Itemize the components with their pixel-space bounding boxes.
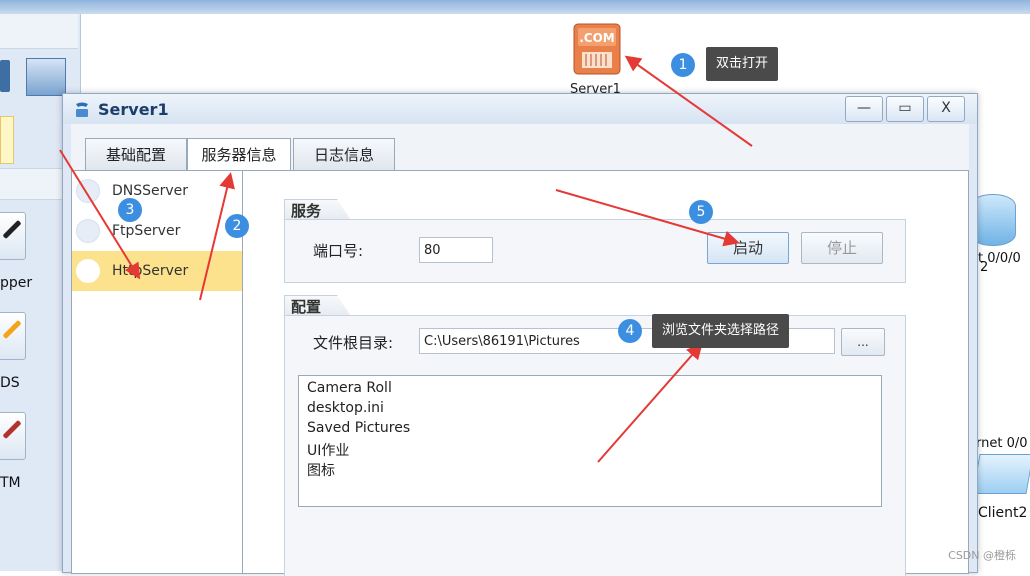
palette-device-icon[interactable] bbox=[0, 60, 10, 92]
service-label: HttpServer bbox=[112, 263, 189, 279]
list-item[interactable]: desktop.ini bbox=[307, 400, 384, 416]
service-label: DNSServer bbox=[112, 183, 189, 199]
palette-tool-1-label: pper bbox=[0, 275, 33, 291]
service-list: DNSServer FtpServer HttpServer bbox=[72, 171, 243, 573]
client-device-label: Client2 bbox=[978, 505, 1028, 521]
palette-selected-tile[interactable] bbox=[0, 116, 14, 164]
annotation-badge-5: 5 bbox=[689, 200, 713, 224]
service-status-icon bbox=[76, 179, 100, 203]
window-titlebar[interactable]: Server1 — ▭ X bbox=[63, 94, 977, 124]
client-device-icon[interactable] bbox=[972, 454, 1030, 494]
annotation-tooltip-4: 浏览文件夹选择路径 bbox=[652, 314, 790, 348]
palette-tool-3[interactable] bbox=[0, 412, 26, 460]
router-name-label: 2 bbox=[980, 260, 989, 275]
tab-basic-config[interactable]: 基础配置 bbox=[85, 138, 187, 171]
minimize-button[interactable]: — bbox=[845, 96, 883, 122]
browse-button[interactable]: ... bbox=[841, 328, 885, 356]
list-item[interactable]: 图标 bbox=[307, 460, 335, 480]
server-device-icon[interactable]: .COM bbox=[572, 22, 622, 76]
palette-tool-3-label: TM bbox=[0, 475, 21, 491]
service-status-icon bbox=[76, 219, 100, 243]
watermark: CSDN @橙栎 bbox=[948, 549, 1016, 562]
palette-header bbox=[0, 14, 78, 49]
annotation-badge-1: 1 bbox=[671, 53, 695, 77]
annotation-badge-4: 4 bbox=[618, 319, 642, 343]
stop-button[interactable]: 停止 bbox=[801, 232, 883, 264]
palette-tool-2-label: DS bbox=[0, 375, 20, 391]
window-title: Server1 bbox=[98, 100, 169, 119]
list-item-ftp-server[interactable]: FtpServer bbox=[72, 211, 242, 251]
start-button[interactable]: 启动 bbox=[707, 232, 789, 264]
pen-icon bbox=[2, 319, 22, 340]
pen-icon bbox=[2, 419, 22, 440]
close-button[interactable]: X bbox=[927, 96, 965, 122]
annotation-tooltip-1: 双击打开 bbox=[706, 47, 779, 81]
maximize-button[interactable]: ▭ bbox=[886, 96, 924, 122]
tab-log-info[interactable]: 日志信息 bbox=[293, 138, 395, 171]
server1-window: Server1 — ▭ X 基础配置 服务器信息 日志信息 DNSServer … bbox=[62, 93, 978, 576]
server-info-panel: DNSServer FtpServer HttpServer 服务 端口号: 8… bbox=[71, 170, 969, 576]
palette-tool-1[interactable] bbox=[0, 212, 26, 260]
port-input[interactable]: 80 bbox=[419, 237, 493, 263]
top-toolbar-strip bbox=[0, 0, 1030, 14]
port-label: 端口号: bbox=[313, 242, 364, 260]
list-item[interactable]: Saved Pictures bbox=[307, 420, 410, 436]
tab-server-info[interactable]: 服务器信息 bbox=[187, 138, 291, 172]
service-label: FtpServer bbox=[112, 223, 181, 239]
server-app-icon bbox=[76, 102, 88, 117]
list-item-dns-server[interactable]: DNSServer bbox=[72, 171, 242, 211]
pen-icon bbox=[2, 219, 22, 240]
service-status-icon bbox=[76, 259, 100, 283]
file-list[interactable]: Camera Roll desktop.ini Saved Pictures U… bbox=[298, 375, 882, 507]
annotation-badge-3: 3 bbox=[118, 198, 142, 222]
list-item-http-server[interactable]: HttpServer bbox=[72, 251, 242, 291]
service-group: 端口号: 80 启动 停止 bbox=[284, 219, 906, 283]
annotation-badge-2: 2 bbox=[225, 214, 249, 238]
list-item[interactable]: Camera Roll bbox=[307, 380, 392, 396]
window-content: 基础配置 服务器信息 日志信息 DNSServer FtpServer Http… bbox=[71, 124, 969, 576]
palette-switch-icon[interactable] bbox=[26, 58, 66, 96]
palette-tool-2[interactable] bbox=[0, 312, 26, 360]
list-item[interactable]: UI作业 bbox=[307, 440, 349, 460]
svg-text:.COM: .COM bbox=[579, 31, 615, 45]
root-dir-label: 文件根目录: bbox=[313, 334, 394, 352]
